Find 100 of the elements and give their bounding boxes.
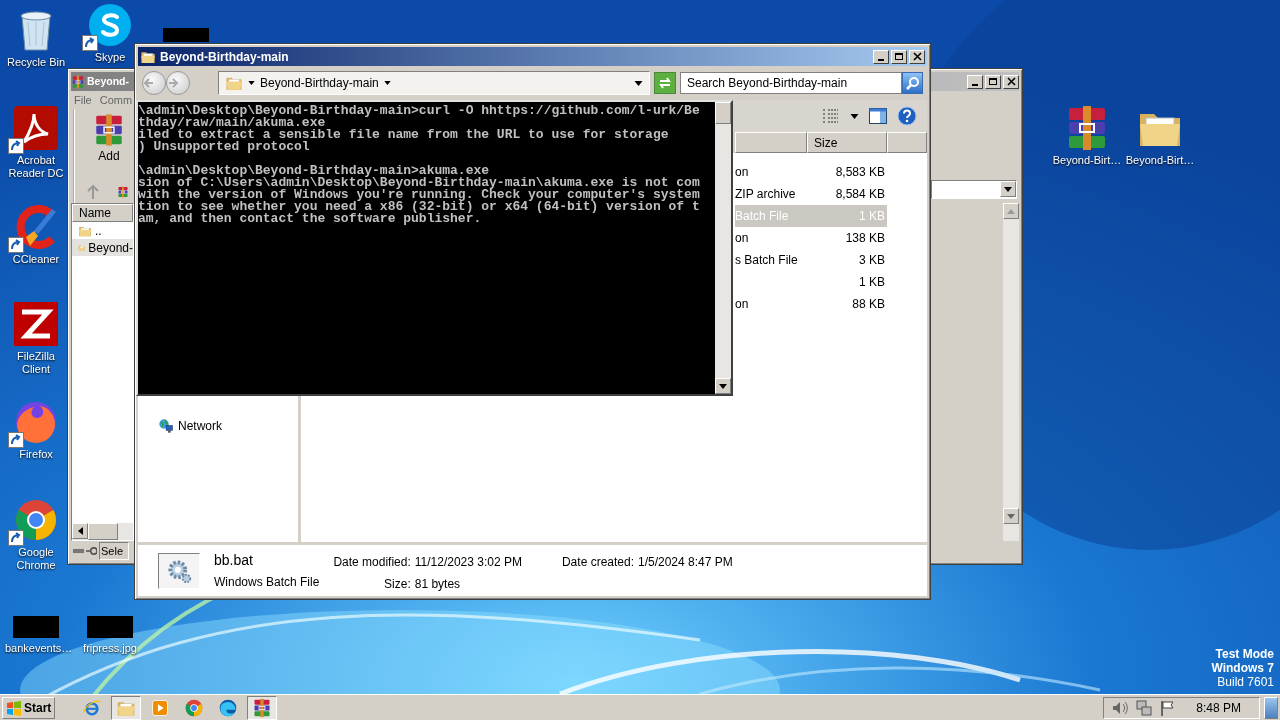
network-status-icon[interactable] <box>1136 699 1153 716</box>
system-notice-text: Windows 7 <box>1211 661 1274 675</box>
nav-item[interactable]: Network <box>158 417 298 435</box>
file-type: Windows Batch File <box>214 574 320 591</box>
scroll-thumb[interactable] <box>88 523 118 540</box>
scroll-left-button[interactable] <box>72 523 88 539</box>
taskbar-button[interactable] <box>247 695 278 720</box>
search-button[interactable] <box>902 72 923 94</box>
menu-item[interactable]: Comm <box>99 91 133 109</box>
dropdown-arrow-icon[interactable] <box>634 80 643 86</box>
zigzag-tile-icon[interactable] <box>12 300 60 348</box>
minimize-icon <box>972 83 978 86</box>
icon-label: FileZilla Client <box>16 350 56 376</box>
console-line: ) Unsupported protocol <box>138 141 311 153</box>
console-line: \admin\Desktop\Beyond-Birthday-main>curl -O hhttps://github.com/l-urk/Be <box>138 105 701 117</box>
field-label: Size: <box>383 576 411 593</box>
icon-label: Acrobat Reader DC <box>7 154 65 180</box>
icon-label: Beyond-Birt… <box>1125 154 1195 167</box>
wheel-logo-icon <box>184 697 205 718</box>
flag-icon[interactable] <box>1160 699 1175 716</box>
console-line: tion to see whether you need a x86 (32-bit) or x64 (64-bit) version of t <box>138 201 701 213</box>
address-bar[interactable]: Beyond-Birthday-main <box>218 71 650 95</box>
up-arrow-icon <box>87 185 99 199</box>
start-button[interactable]: Start <box>2 696 56 719</box>
console-line: thday/raw/main/akuma.exe <box>138 117 326 129</box>
minimize-button[interactable] <box>873 49 889 64</box>
refresh-button[interactable] <box>654 72 676 94</box>
close-button[interactable] <box>1003 74 1019 89</box>
archive-icon[interactable] <box>117 184 129 200</box>
speaker-icon[interactable] <box>1112 699 1129 716</box>
file-name: bb.bat <box>214 551 254 570</box>
scroll-up-button[interactable] <box>1003 203 1019 219</box>
maximize-button[interactable] <box>985 74 1001 89</box>
scroll-down-button[interactable] <box>715 378 731 394</box>
console-line: with the version of Windows you're running. Check your computer's system <box>138 189 701 201</box>
file-row[interactable]: on 88 KB <box>735 293 887 315</box>
icon-label: Firefox <box>19 448 53 461</box>
path-dropdown[interactable] <box>931 180 1017 199</box>
menu-item[interactable]: File <box>74 91 92 109</box>
table-cell-text: 88 KB <box>851 296 885 313</box>
file-row[interactable]: on 8,583 KB <box>735 161 887 183</box>
view-list-icon[interactable] <box>822 108 840 124</box>
field-value: 11/12/2023 3:02 PM <box>414 554 522 571</box>
search-field[interactable]: Search Beyond-Birthday-main <box>680 72 902 94</box>
image-thumbnail[interactable] <box>87 616 133 638</box>
pdf-tile-icon[interactable] <box>12 104 60 152</box>
help-icon[interactable] <box>897 106 917 126</box>
icon-label: Recycle Bin <box>6 56 66 69</box>
network-globe-icon <box>158 418 174 434</box>
close-icon <box>913 53 921 60</box>
window-title: Beyond-Birthday-main <box>160 48 289 66</box>
search-icon <box>905 76 920 90</box>
add-button[interactable]: Add <box>89 109 129 165</box>
archive-icon <box>71 74 85 89</box>
table-cell-text: 8,583 KB <box>834 164 885 181</box>
chat-logo-icon[interactable] <box>86 1 134 49</box>
console-line: \admin\Desktop\Beyond-Birthday-main>akuma.exe <box>138 165 490 177</box>
close-button[interactable] <box>909 49 925 64</box>
file-row[interactable]: on 138 KB <box>735 227 887 249</box>
file-row[interactable]: .. <box>72 222 133 239</box>
close-icon <box>1007 78 1015 85</box>
caret-icon[interactable] <box>850 113 859 119</box>
file-row[interactable]: s Batch File 3 KB <box>735 249 887 271</box>
console-line: iled to extract a sensible file name from the URL to use for storage <box>138 129 670 141</box>
field-value: 81 bytes <box>414 576 462 593</box>
table-cell-text: Batch File <box>735 208 790 225</box>
column-header[interactable]: Size <box>807 132 887 153</box>
maximize-button[interactable] <box>891 49 907 64</box>
archive-icon <box>252 697 273 718</box>
table-cell-text: on <box>735 164 750 181</box>
image-thumbnail[interactable] <box>163 28 209 42</box>
icon-label: Google Chrome <box>15 546 57 572</box>
file-row[interactable]: Beyond- <box>72 239 133 256</box>
icon-label: CCleaner <box>12 253 60 266</box>
up-arrow-icon <box>1007 208 1015 214</box>
wave-logo-icon <box>218 697 239 718</box>
window-title: Beyond- <box>87 73 129 89</box>
file-row[interactable]: ZIP archive 8,584 KB <box>735 183 887 205</box>
drive-icon <box>73 548 84 554</box>
image-thumbnail[interactable] <box>13 616 59 638</box>
preview-pane-icon[interactable] <box>869 108 887 124</box>
column-header[interactable] <box>887 132 927 153</box>
minimize-icon <box>878 58 884 61</box>
column-header[interactable] <box>735 132 807 153</box>
caret-icon <box>248 81 255 85</box>
table-cell-text: 1 KB <box>858 208 885 225</box>
show-desktop-button[interactable] <box>1264 696 1278 719</box>
minimize-button[interactable] <box>967 74 983 89</box>
left-arrow-icon <box>77 527 83 535</box>
table-cell-text: 8,584 KB <box>834 186 885 203</box>
field-label: Date created: <box>561 554 634 571</box>
windows-flag-icon <box>6 699 22 716</box>
column-header[interactable]: Name <box>72 204 133 222</box>
field-label: Date modified: <box>333 554 411 571</box>
table-cell-text: on <box>735 296 750 313</box>
file-row[interactable]: 1 KB <box>735 271 887 293</box>
scroll-thumb[interactable] <box>715 102 731 124</box>
breadcrumb-item[interactable]: Beyond-Birthday-main <box>260 74 379 92</box>
taskbar-button[interactable] <box>111 695 142 720</box>
table-cell-text: 3 KB <box>858 252 885 269</box>
